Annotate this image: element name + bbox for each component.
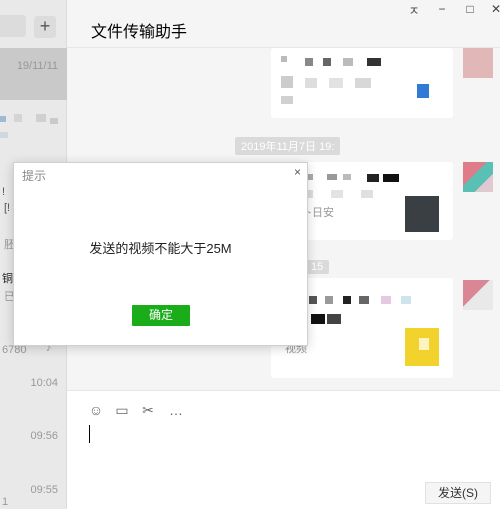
search-input[interactable] <box>0 15 26 37</box>
conversation-item[interactable]: 10:04 <box>0 370 67 400</box>
emoji-icon[interactable]: ☺ <box>87 401 105 419</box>
pixelated-text <box>309 296 317 304</box>
conversation-item-selected[interactable]: 19/11/11 <box>0 48 67 100</box>
pixelated-text <box>281 56 287 62</box>
dialog-title: 提示 <box>22 169 47 183</box>
maximize-icon[interactable]: □ <box>459 2 481 16</box>
pixelated-text <box>305 78 317 88</box>
pixelated-text <box>327 314 341 324</box>
pixelated-text <box>305 58 313 66</box>
scissors-icon[interactable]: ✂ <box>139 401 157 419</box>
pixelated-text <box>281 96 293 104</box>
conversation-item[interactable]: 09:56 <box>0 422 67 452</box>
folder-icon[interactable]: ▭ <box>113 401 131 419</box>
conversation-preview: [! <box>4 202 11 214</box>
pixelated-text <box>331 190 343 198</box>
alert-dialog: 提示 × 发送的视频不能大于25M 确定 <box>13 162 308 346</box>
pixelated-text <box>367 58 381 66</box>
pixelated-text <box>325 296 333 304</box>
pixelated-text <box>311 314 325 324</box>
date-separator: 15 <box>305 260 330 274</box>
pixelated-text <box>381 296 391 304</box>
chat-title: 文件传输助手 <box>91 24 188 41</box>
close-icon[interactable]: ✕ <box>485 2 500 16</box>
conversation-preview: 1 <box>2 496 9 508</box>
pixelated-text <box>343 174 351 180</box>
pixelated-text <box>343 58 353 66</box>
pixelated-text <box>383 174 399 182</box>
pixelated-text <box>359 296 369 304</box>
add-chat-button[interactable]: + <box>34 16 56 38</box>
pixelated-text <box>355 78 371 88</box>
pixelated-text <box>367 174 379 182</box>
pixelated-text <box>14 114 22 122</box>
avatar[interactable] <box>463 48 493 78</box>
pin-icon[interactable]: ㅈ <box>403 2 425 19</box>
minimize-icon[interactable]: − <box>431 2 453 16</box>
date-separator: 2019年11月7日 19: <box>235 137 341 155</box>
chat-history-icon[interactable]: … <box>167 401 185 419</box>
conversation-time: 19/11/11 <box>16 60 58 72</box>
avatar[interactable] <box>463 162 493 192</box>
conversation-preview: ! <box>2 186 6 198</box>
pixelated-text <box>343 296 351 304</box>
ok-button[interactable]: 确定 <box>132 305 190 326</box>
pixelated-text <box>327 174 337 180</box>
message-input-area[interactable]: ☺ ▭ ✂ … 发送(S) <box>67 390 500 509</box>
avatar[interactable] <box>463 280 493 310</box>
conversation-time: 10:04 <box>30 377 58 389</box>
pixelated-text <box>36 114 46 122</box>
file-type-icon <box>417 84 429 98</box>
text-caret <box>89 425 90 443</box>
pixelated-text <box>50 118 58 124</box>
pixelated-text <box>361 190 373 198</box>
close-icon[interactable]: × <box>294 165 301 179</box>
pixelated-text <box>281 76 293 88</box>
file-thumbnail-detail <box>419 338 429 350</box>
conversation-time: 09:56 <box>30 430 58 442</box>
pixelated-text <box>0 132 8 138</box>
send-button[interactable]: 发送(S) <box>425 482 491 504</box>
message-bubble[interactable] <box>271 48 453 118</box>
pixelated-text <box>323 58 331 66</box>
conversation-item[interactable]: 09:55 <box>0 476 67 506</box>
pixelated-avatar <box>0 116 6 122</box>
dialog-message: 发送的视频不能大于25M <box>89 241 232 256</box>
pixelated-text <box>401 296 411 304</box>
file-thumbnail <box>405 196 439 232</box>
pixelated-text <box>329 78 343 88</box>
conversation-time: 09:55 <box>30 484 58 496</box>
